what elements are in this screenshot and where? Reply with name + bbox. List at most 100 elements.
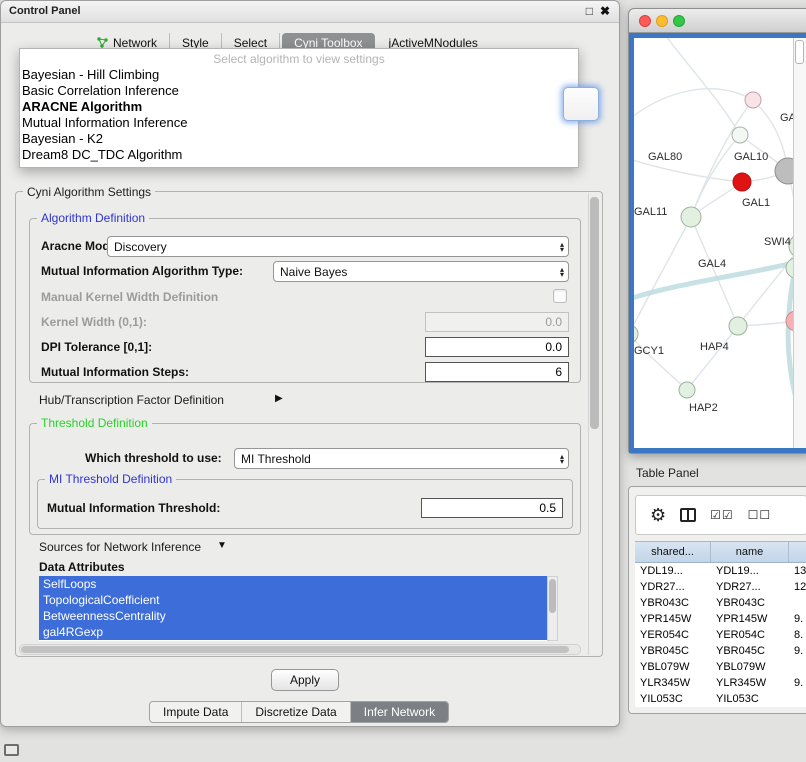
network-graph: GAL80 GAL10 GAL1 GAL11 SWI4 GAL4 GCY1 HA… <box>634 38 806 448</box>
table-row[interactable]: YDR27... YDR27... 12 <box>635 579 806 595</box>
node-table: shared... name YDL19... YDL19... 13 YDR2… <box>635 541 806 707</box>
which-threshold-select[interactable]: MI Threshold ▴▾ <box>234 448 569 469</box>
sources-section-label: Sources for Network Inference <box>39 539 201 555</box>
group-title: Threshold Definition <box>37 416 152 430</box>
cell: YBR045C <box>711 643 789 659</box>
network-scrollbar[interactable] <box>793 38 806 448</box>
control-panel-titlebar[interactable]: Control Panel □ ✖ <box>1 1 619 23</box>
algorithm-option[interactable]: Dream8 DC_TDC Algorithm <box>20 147 578 163</box>
table-row[interactable]: YBR043C YBR043C <box>635 595 806 611</box>
table-header-row: shared... name <box>635 541 806 563</box>
network-node-highlighted[interactable] <box>733 173 751 191</box>
network-node[interactable] <box>732 127 748 143</box>
network-scrollbar-thumb[interactable] <box>795 40 804 64</box>
list-item[interactable]: TopologicalCoefficient <box>39 592 547 608</box>
cell: YDL19... <box>711 563 789 579</box>
hub-section-label: Hub/Transcription Factor Definition <box>39 392 224 408</box>
window-title: Control Panel <box>9 5 81 17</box>
node-label: HAP2 <box>689 402 718 414</box>
network-icon <box>97 37 108 48</box>
control-panel-window: Control Panel □ ✖ Network Style Select C… <box>0 0 620 727</box>
columns-icon[interactable] <box>680 508 696 522</box>
cell: YDL19... <box>635 563 711 579</box>
selected-value: Discovery <box>114 240 167 254</box>
group-title: MI Threshold Definition <box>45 472 176 486</box>
cell <box>789 595 806 611</box>
network-node[interactable] <box>681 207 701 227</box>
settings-hscrollbar-thumb[interactable] <box>21 646 569 653</box>
cell: YER054C <box>711 627 789 643</box>
algorithm-dropdown-popup: Select algorithm to view settings Bayesi… <box>19 48 579 168</box>
cell: YDR27... <box>711 579 789 595</box>
network-node[interactable] <box>679 382 695 398</box>
close-traffic-light[interactable] <box>639 15 651 27</box>
bottom-tab-infer-network[interactable]: Infer Network <box>351 702 448 722</box>
group-title: Cyni Algorithm Settings <box>23 185 155 199</box>
network-window-titlebar[interactable] <box>629 9 806 33</box>
combo-arrows-icon: ▴▾ <box>560 267 566 277</box>
list-item[interactable]: gal4RGexp <box>39 624 547 640</box>
table-row[interactable]: YER054C YER054C 8. <box>635 627 806 643</box>
mi-algorithm-type-select[interactable]: Naive Bayes ▴▾ <box>273 261 569 282</box>
dpi-tolerance-field[interactable]: 0.0 <box>425 337 569 357</box>
aracne-mode-select[interactable]: Discovery ▴▾ <box>107 236 569 257</box>
algorithm-option[interactable]: Bayesian - Hill Climbing <box>20 67 578 83</box>
collapse-down-icon[interactable]: ▼ <box>217 540 227 551</box>
cell: YBL079W <box>711 659 789 675</box>
column-header[interactable] <box>789 542 806 562</box>
algorithm-option[interactable]: Mutual Information Inference <box>20 115 578 131</box>
kernel-width-field[interactable]: 0.0 <box>425 312 569 332</box>
network-node[interactable] <box>729 317 747 335</box>
table-row[interactable]: YPR145W YPR145W 9. <box>635 611 806 627</box>
list-item[interactable]: SelfLoops <box>39 576 547 592</box>
combo-arrows-icon: ▴▾ <box>560 454 566 464</box>
focused-browse-button[interactable] <box>563 87 599 121</box>
float-window-icon[interactable]: □ <box>586 4 593 18</box>
bottom-tab-discretize-data[interactable]: Discretize Data <box>242 702 350 722</box>
table-row[interactable]: YLR345W YLR345W 9. <box>635 675 806 691</box>
bottom-tab-impute-data[interactable]: Impute Data <box>150 702 242 722</box>
network-node[interactable] <box>745 92 761 108</box>
node-label: GAL10 <box>734 151 768 163</box>
attributes-scrollbar-thumb[interactable] <box>549 579 556 613</box>
apply-button[interactable]: Apply <box>271 669 339 691</box>
column-header[interactable]: name <box>711 542 789 562</box>
list-item[interactable]: BetweennessCentrality <box>39 608 547 624</box>
deselect-all-checkboxes-icon[interactable]: ☐☐ <box>748 508 772 522</box>
node-label: GAL11 <box>634 206 667 218</box>
data-attributes-label: Data Attributes <box>39 559 125 575</box>
node-label: GCY1 <box>634 345 664 357</box>
mi-steps-field[interactable]: 6 <box>425 362 569 382</box>
cell: 9. <box>789 675 806 691</box>
table-row[interactable]: YDL19... YDL19... 13 <box>635 563 806 579</box>
manual-kernel-width-label: Manual Kernel Width Definition <box>41 289 218 305</box>
table-row[interactable]: YBR045C YBR045C 9. <box>635 643 806 659</box>
column-header[interactable]: shared... <box>635 542 711 562</box>
node-label: GAL80 <box>648 151 682 163</box>
table-panel-title: Table Panel <box>636 466 699 480</box>
cell: 9. <box>789 611 806 627</box>
manual-kernel-width-checkbox[interactable] <box>553 289 567 303</box>
gear-icon[interactable]: ⚙ <box>650 506 666 524</box>
network-canvas[interactable]: GAL80 GAL10 GAL1 GAL11 SWI4 GAL4 GCY1 HA… <box>634 38 806 448</box>
restore-panel-icon[interactable] <box>4 744 19 756</box>
mi-threshold-field[interactable]: 0.5 <box>421 498 563 518</box>
cell: YLR345W <box>711 675 789 691</box>
table-row[interactable]: YIL053C YIL053C <box>635 691 806 707</box>
zoom-traffic-light[interactable] <box>673 15 685 27</box>
minimize-traffic-light[interactable] <box>656 15 668 27</box>
cell <box>789 691 806 707</box>
select-all-checkboxes-icon[interactable]: ☑☑ <box>710 508 734 522</box>
cell: YBR043C <box>635 595 711 611</box>
close-icon[interactable]: ✖ <box>600 4 610 18</box>
table-panel: ⚙ ☑☑ ☐☐ shared... name YDL19... YDL19...… <box>628 486 806 714</box>
expand-right-icon[interactable]: ▶ <box>275 393 283 404</box>
network-node[interactable] <box>634 325 638 343</box>
mi-threshold-label: Mutual Information Threshold: <box>47 500 220 516</box>
algorithm-option[interactable]: Basic Correlation Inference <box>20 83 578 99</box>
cell: YLR345W <box>635 675 711 691</box>
algorithm-option-selected[interactable]: ARACNE Algorithm <box>20 99 578 115</box>
algorithm-option[interactable]: Bayesian - K2 <box>20 131 578 147</box>
settings-scrollbar-thumb[interactable] <box>590 197 599 429</box>
table-row[interactable]: YBL079W YBL079W <box>635 659 806 675</box>
